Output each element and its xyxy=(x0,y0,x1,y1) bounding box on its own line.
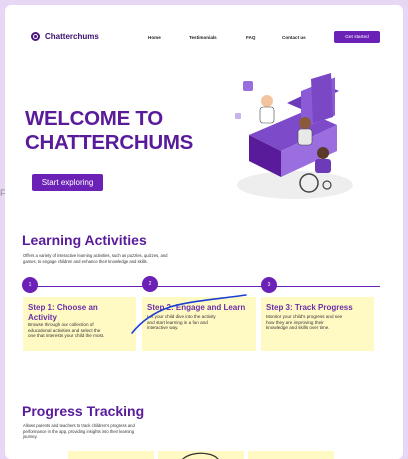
kids-reading-illustration xyxy=(235,73,353,199)
progress-description: Allows parents and teachers to track chi… xyxy=(23,423,135,440)
nav-link-testimonials[interactable]: Testimonials xyxy=(189,35,217,40)
nav-link-faq[interactable]: FAQ xyxy=(246,35,255,40)
step-1-desc-line3: one that interests your child the most. xyxy=(28,333,105,339)
landing-page: Chatterchums Home Testimonials FAQ Conta… xyxy=(5,5,403,459)
nav-link-home[interactable]: Home xyxy=(148,35,161,40)
get-started-button[interactable]: Get started xyxy=(334,31,380,43)
start-exploring-button[interactable]: Start exploring xyxy=(32,174,103,191)
activities-description-line1: Offers a variety of interactive learning… xyxy=(23,253,168,258)
logo-icon xyxy=(31,32,40,41)
kid1-body xyxy=(259,106,275,124)
step-3-desc-line1: Monitor your child's progress and see xyxy=(266,314,343,319)
kid2-head xyxy=(299,117,311,129)
progress-title: Progress Tracking xyxy=(22,403,145,419)
progress-card-2-graphic xyxy=(181,452,219,459)
step-1-title: Step 1: Choose an Activity xyxy=(28,303,98,322)
progress-description-line2: performance in the app, providing insigh… xyxy=(23,428,135,434)
nav-link-contact[interactable]: Contact us xyxy=(282,35,306,40)
brand-name: Chatterchums xyxy=(45,32,99,41)
brand-logo[interactable]: Chatterchums xyxy=(31,32,99,41)
book-tall xyxy=(311,73,333,123)
kid3-body xyxy=(315,159,331,173)
progress-card-3[interactable] xyxy=(248,451,334,459)
kid3-head xyxy=(317,147,329,159)
step-1-title-line2: Activity xyxy=(28,312,57,322)
step-1-description: Browse through our collection of educati… xyxy=(28,322,104,339)
activities-description-line2: games, to engage children and enhance th… xyxy=(23,258,148,264)
step-2-number: 2 xyxy=(142,276,158,292)
progress-card-1[interactable] xyxy=(68,451,154,459)
navbar: Chatterchums Home Testimonials FAQ Conta… xyxy=(5,5,403,69)
illustration-shadow xyxy=(237,171,353,199)
step-3-card[interactable]: Step 3: Track Progress Monitor your chil… xyxy=(261,297,374,351)
step-1-desc-line1: Browse through our collection of xyxy=(28,322,94,327)
floating-square xyxy=(235,113,241,119)
step-3-desc-line3: knowledge and skills over time. xyxy=(266,325,330,331)
progress-description-line1: Allows parents and teachers to track chi… xyxy=(23,423,135,428)
steps-timeline xyxy=(25,286,380,287)
step-3-number: 3 xyxy=(261,277,277,293)
step-3-description: Monitor your child's progress and see ho… xyxy=(266,314,342,331)
annotation-stroke xyxy=(131,294,247,334)
progress-card-2[interactable] xyxy=(158,451,244,459)
chat-bubble-icon xyxy=(243,81,253,91)
hero-title-line1: WELCOME TO xyxy=(25,107,163,130)
step-3-title: Step 3: Track Progress xyxy=(266,303,353,312)
step-1-card[interactable]: Step 1: Choose an Activity Browse throug… xyxy=(23,297,136,351)
progress-description-line3: journey. xyxy=(23,434,38,440)
activities-title: Learning Activities xyxy=(22,232,147,248)
hero-title-line2: CHATTERCHUMS xyxy=(25,130,193,154)
step-1-number: 1 xyxy=(22,277,38,293)
step-1-title-line1: Step 1: Choose an xyxy=(28,303,98,312)
hero-title: WELCOME TO CHATTERCHUMS xyxy=(25,107,193,154)
activities-description: Offers a variety of interactive learning… xyxy=(23,253,167,264)
kid1-head xyxy=(261,95,273,107)
kid2-body xyxy=(297,128,313,146)
